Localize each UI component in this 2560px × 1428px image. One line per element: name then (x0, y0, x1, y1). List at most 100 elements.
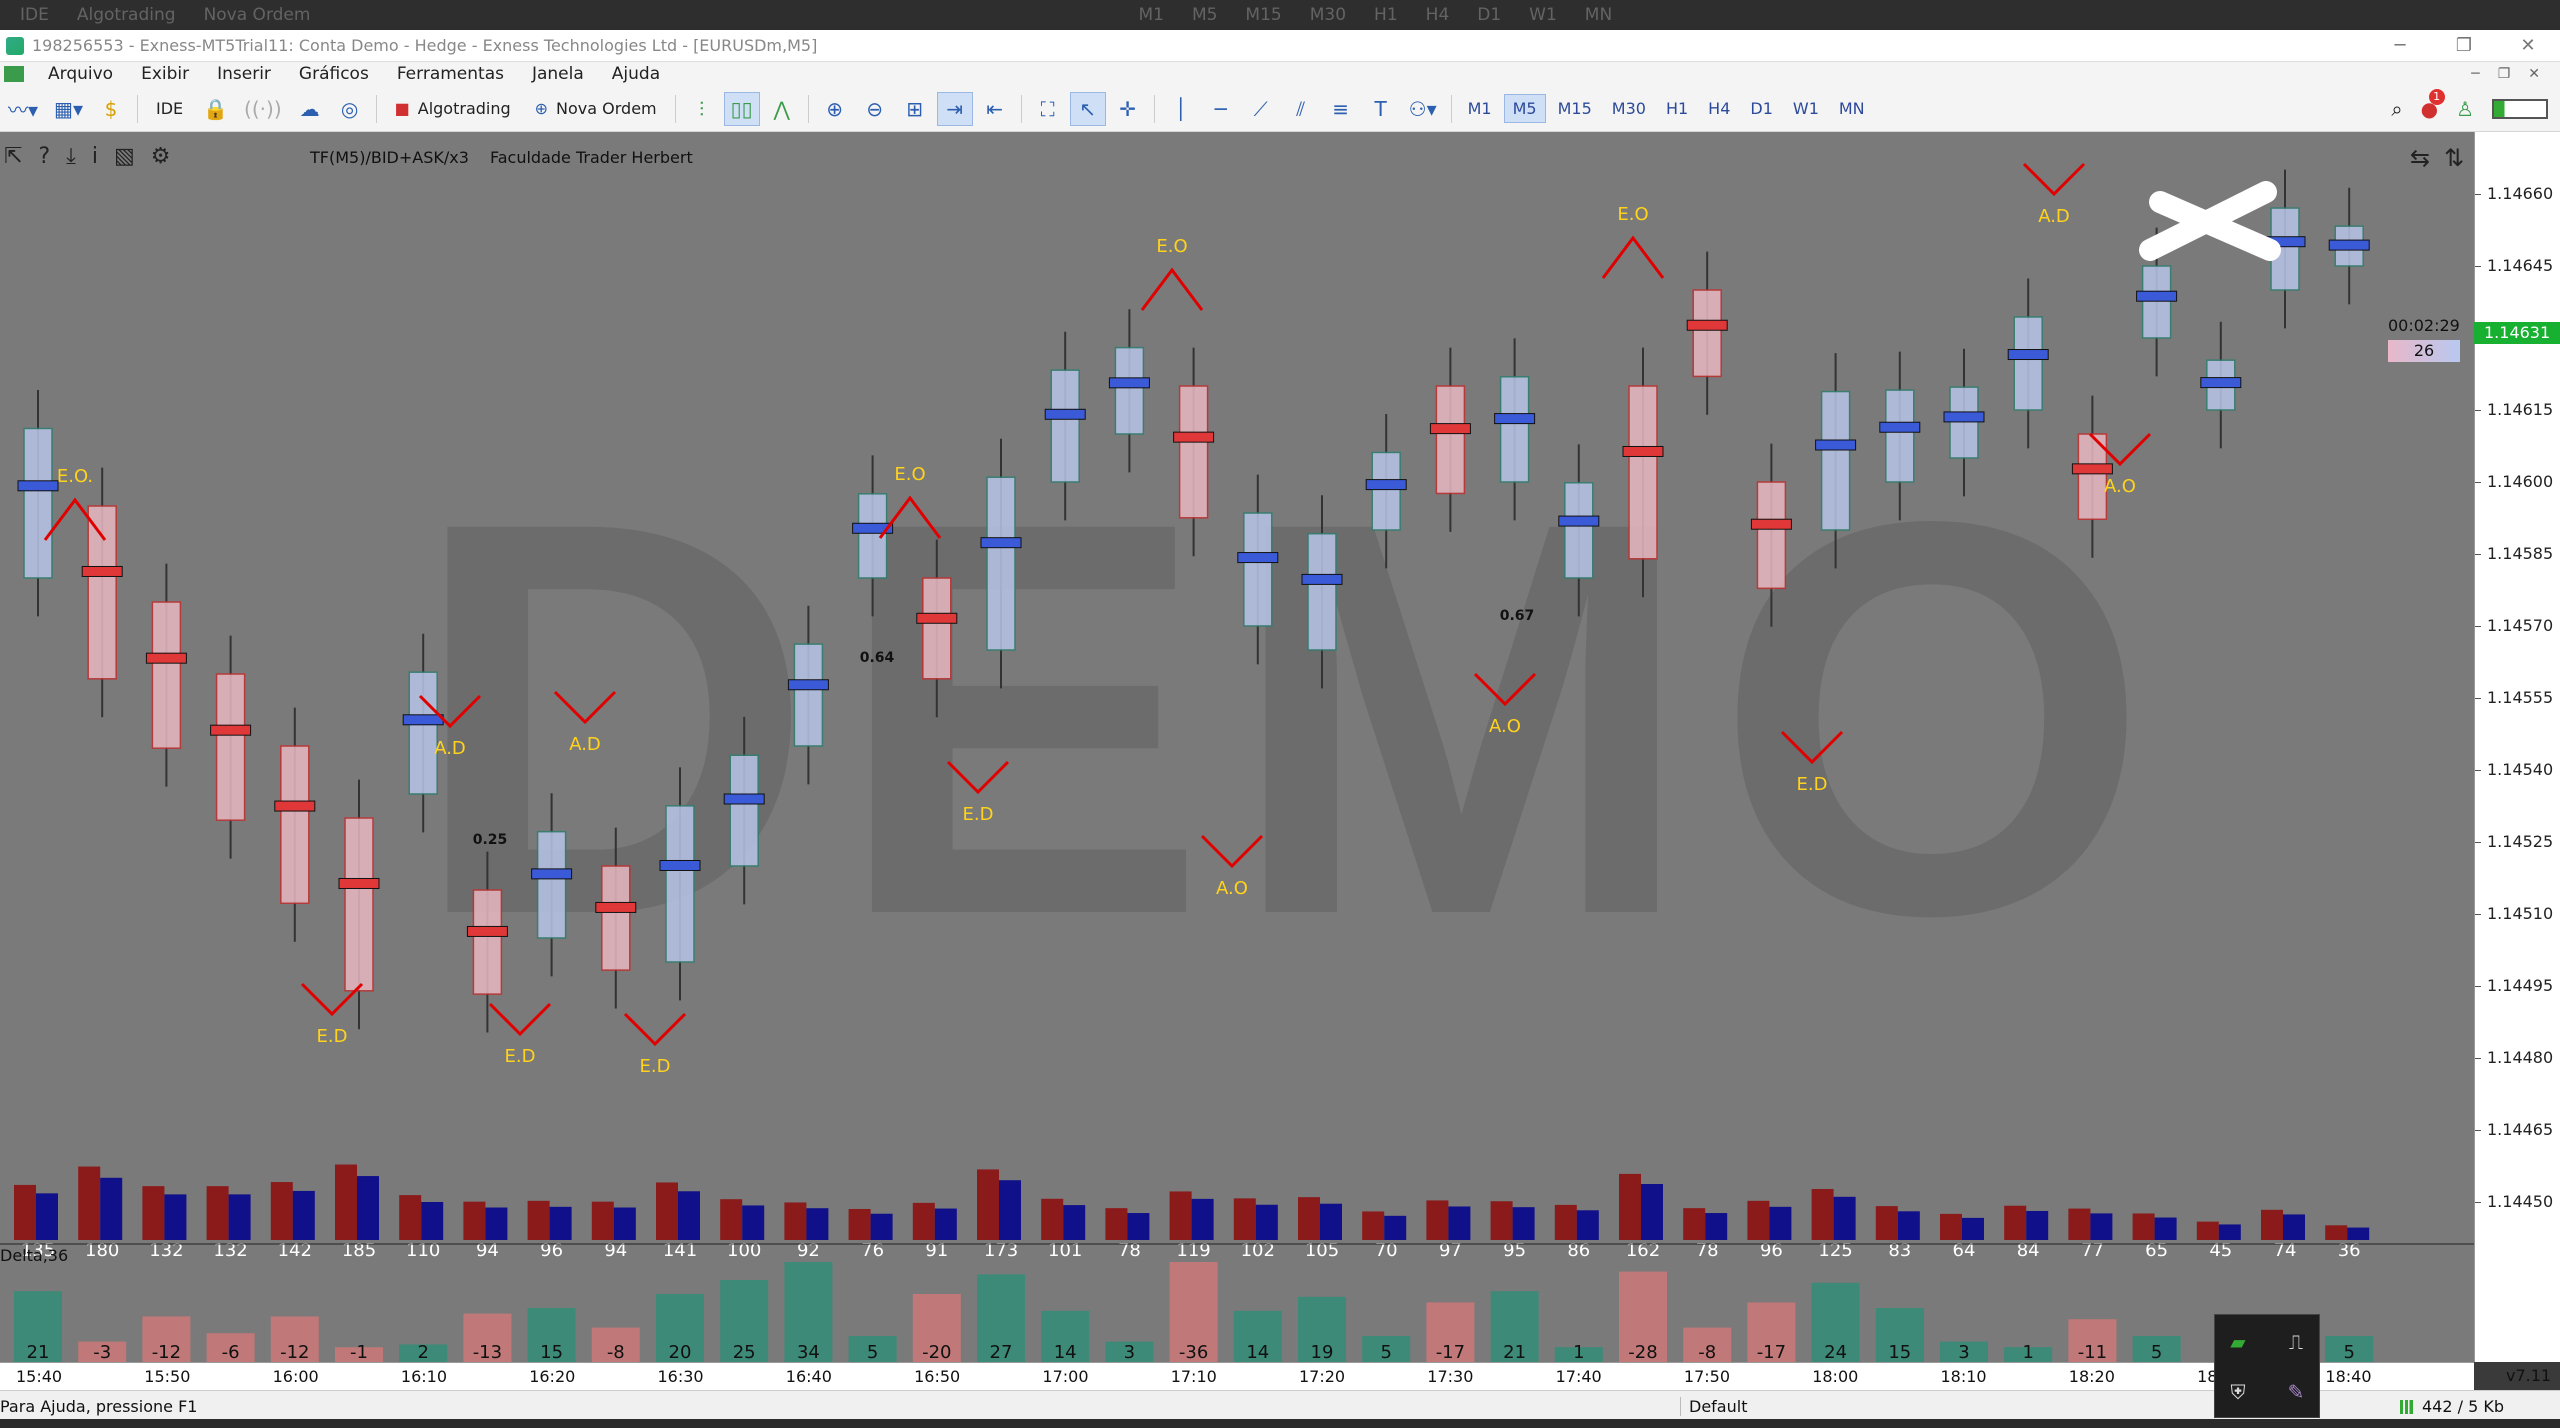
shapes-dropdown-icon[interactable]: ⚇▾ (1403, 92, 1443, 126)
poc-highlight (1044, 408, 1086, 420)
footprint-candle-body (1178, 385, 1209, 519)
ide-button[interactable]: IDE (146, 92, 193, 126)
new-order-button[interactable]: ⊕ Nova Ordem (525, 92, 667, 126)
bar-chart-icon[interactable]: ⫶ (684, 92, 720, 126)
trendline-icon[interactable]: ⟋ (1243, 92, 1279, 126)
tray-usb-icon[interactable]: ⎍ (2281, 1327, 2311, 1357)
poc-highlight (916, 612, 958, 624)
toolbar-separator (375, 94, 377, 123)
volume-bar-buy (2347, 1227, 2370, 1240)
cloud-icon[interactable]: ☁ (292, 92, 328, 126)
volume-label: 77 (2081, 1240, 2104, 1261)
line-chart-dropdown-icon[interactable]: 〰▾ (2, 92, 44, 126)
algotrading-label: Algotrading (417, 99, 511, 118)
tf-w1[interactable]: W1 (1785, 95, 1827, 122)
menu-inserir[interactable]: Inserir (203, 64, 285, 84)
poc-highlight (1108, 377, 1150, 389)
connection-status[interactable]: 442 / 5 Kb (2400, 1397, 2504, 1416)
volume-bar-sell (1426, 1200, 1449, 1240)
chart-restore-icon[interactable]: ❐ (2498, 66, 2511, 82)
settings-gear-icon[interactable]: ⚙ (151, 144, 171, 169)
delta-label: 20 (669, 1342, 692, 1362)
delta-panel-label: Delta,36 (0, 1246, 69, 1265)
line-chart-icon[interactable]: ⋀ (764, 92, 800, 126)
tf-m30[interactable]: M30 (1604, 95, 1654, 122)
volume-bar-sell (206, 1186, 229, 1240)
menu-ajuda[interactable]: Ajuda (598, 64, 674, 84)
zoom-out-icon[interactable]: ⊖ (857, 92, 893, 126)
text-tool-icon[interactable]: T (1363, 92, 1399, 126)
vps-globe-icon[interactable]: ◎ (332, 92, 368, 126)
poc-highlight (402, 714, 444, 726)
volume-bar-sell (1747, 1200, 1770, 1240)
tf-mn[interactable]: MN (1831, 95, 1873, 122)
background-ghost-toolbar: IDE Algotrading Nova Ordem M1 M5 M15 M30… (0, 0, 2560, 30)
horizontal-scale-icon[interactable]: ⇆ (2410, 144, 2430, 172)
restore-icon[interactable]: ❐ (2432, 35, 2496, 56)
poc-highlight (659, 859, 701, 871)
vertical-line-icon[interactable]: │ (1163, 92, 1199, 126)
notifications-icon[interactable]: ● 1 (2421, 88, 2445, 121)
menu-ferramentas[interactable]: Ferramentas (383, 64, 518, 84)
minimize-icon[interactable]: ─ (2368, 35, 2432, 56)
vertical-scale-icon[interactable]: ⇅ (2444, 144, 2464, 172)
fibonacci-icon[interactable]: ≡ (1323, 92, 1359, 126)
arrow-cursor-icon[interactable]: ⇱ (4, 144, 22, 169)
download-icon[interactable]: ⤓ (66, 144, 76, 169)
time-axis[interactable]: 15:40 15:50 16:00 16:10 16:20 16:30 16:40 16:50… (0, 1362, 2474, 1390)
menu-graficos[interactable]: Gráficos (285, 64, 383, 84)
help-icon[interactable]: ? (38, 144, 50, 169)
chart-shift-icon[interactable]: ⇤ (977, 92, 1013, 126)
volume-bar-sell (2068, 1208, 2091, 1240)
tf-m1[interactable]: M1 (1460, 95, 1500, 122)
tf-h4[interactable]: H4 (1700, 95, 1738, 122)
menu-janela[interactable]: Janela (518, 64, 598, 84)
tf-m5[interactable]: M5 (1503, 94, 1546, 123)
auto-scroll-icon[interactable]: ⇥ (936, 91, 973, 126)
profile-name[interactable]: Default (1680, 1397, 1747, 1416)
search-icon[interactable]: ⌕ (2391, 97, 2402, 121)
menu-exibir[interactable]: Exibir (127, 64, 203, 84)
price-axis[interactable]: 1.14660 1.14645 1.14615 1.14600 1.14585 1.145… (2474, 132, 2560, 1362)
volume-label: 92 (797, 1240, 820, 1261)
chart-templates-icon[interactable]: ▦▾ (48, 92, 89, 126)
annotation-label: E.O. (57, 466, 93, 487)
candlestick-chart-icon[interactable]: ▯▯ (723, 91, 760, 126)
dollar-icon[interactable]: $ (93, 92, 129, 126)
tray-app-icon[interactable]: ▰ (2223, 1327, 2253, 1357)
menu-arquivo[interactable]: Arquivo (34, 64, 127, 84)
footprint-candle-body (729, 754, 759, 867)
chart-type-icon[interactable]: ▧ (114, 144, 135, 169)
battery-icon (2492, 98, 2548, 119)
crosshair-icon[interactable]: ✛ (1110, 92, 1146, 126)
zoom-in-icon[interactable]: ⊕ (817, 92, 853, 126)
chart-minimize-icon[interactable]: ─ (2471, 66, 2479, 82)
signal-icon[interactable]: ((·)) (238, 92, 288, 126)
horizontal-line-icon[interactable]: ─ (1203, 92, 1239, 126)
cursor-icon[interactable]: ↖ (1069, 91, 1106, 126)
equidistant-channel-icon[interactable]: ⫽ (1283, 92, 1319, 126)
chart-area[interactable]: DEMO E.O. A.D A.D E.D E.D E.D E.O E.D E.O A.O A.O E.… (0, 132, 2474, 1362)
time-tick: 16:00 (272, 1367, 319, 1386)
lock-icon[interactable]: 🔒 (197, 92, 234, 126)
volume-bar-buy (357, 1176, 379, 1240)
volume-bar-buy (870, 1213, 893, 1240)
tray-pen-icon[interactable]: ✎ (2281, 1377, 2311, 1407)
volume-label: 101 (1048, 1240, 1082, 1261)
algotrading-button[interactable]: ■ Algotrading (385, 92, 521, 126)
chart-close-icon[interactable]: ✕ (2528, 66, 2540, 82)
account-icon[interactable]: ♙ (2456, 97, 2474, 121)
tf-h1[interactable]: H1 (1658, 95, 1696, 122)
close-icon[interactable]: ✕ (2496, 35, 2560, 56)
screenshot-icon[interactable]: ⛶ (1030, 92, 1066, 126)
annotation-label: E.O (894, 464, 925, 485)
time-tick: 15:40 (16, 1367, 63, 1386)
tf-d1[interactable]: D1 (1742, 95, 1781, 122)
footprint-candle-body (1114, 346, 1145, 435)
tile-windows-icon[interactable]: ⊞ (897, 92, 933, 126)
info-icon[interactable]: i (92, 144, 98, 169)
delta-label: -8 (1698, 1342, 1716, 1362)
tf-m15[interactable]: M15 (1550, 95, 1600, 122)
tray-shield-icon[interactable]: ⛨ (2223, 1377, 2253, 1407)
volume-bar-sell (270, 1182, 293, 1240)
